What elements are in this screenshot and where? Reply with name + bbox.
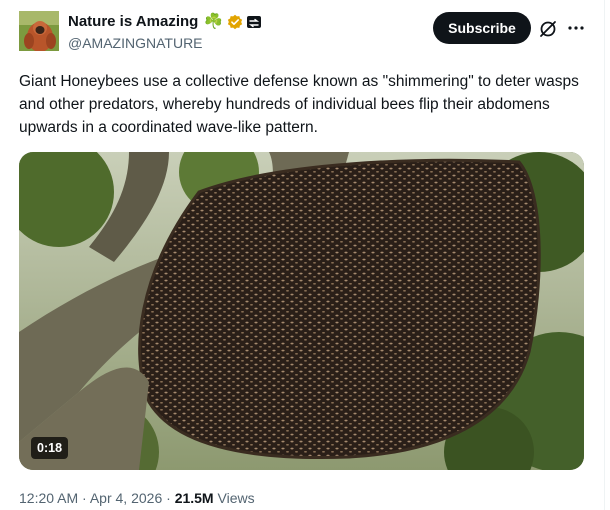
meta-separator-2: ·	[166, 490, 171, 506]
meta-separator: ·	[82, 490, 87, 506]
subscribe-button[interactable]: Subscribe	[433, 12, 531, 44]
views-label: Views	[217, 490, 255, 506]
tweet-meta: 12:20 AM · Apr 4, 2026 · 21.5M Views	[19, 489, 255, 507]
tweet-header: Nature is Amazing ☘️ @AMAZINGNATURE Subs…	[0, 0, 604, 64]
grok-icon[interactable]	[538, 19, 558, 39]
shamrock-emoji: ☘️	[204, 13, 223, 30]
frame-border	[604, 0, 605, 510]
affiliate-logo-icon[interactable]	[247, 16, 261, 28]
avatar[interactable]	[19, 11, 59, 51]
video-player[interactable]: 0:18	[19, 152, 584, 470]
more-icon[interactable]	[566, 18, 586, 38]
tweet-date[interactable]: Apr 4, 2026	[90, 490, 162, 506]
author-handle[interactable]: @AMAZINGNATURE	[68, 34, 203, 52]
author-name-row: Nature is Amazing ☘️	[68, 13, 261, 31]
video-thumbnail-icon	[19, 152, 584, 470]
video-duration-badge: 0:18	[31, 437, 69, 459]
views-count[interactable]: 21.5M	[175, 490, 214, 506]
orangutan-avatar-icon	[19, 11, 59, 51]
verified-badge-icon[interactable]	[227, 14, 243, 30]
author-display-name[interactable]: Nature is Amazing	[68, 13, 198, 31]
tweet-time[interactable]: 12:20 AM	[19, 490, 78, 506]
tweet-text: Giant Honeybees use a collective defense…	[19, 73, 579, 136]
